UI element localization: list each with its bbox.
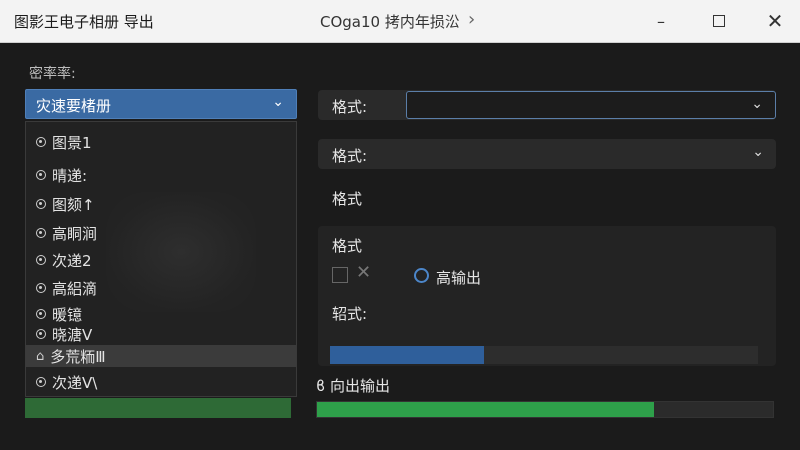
dropdown-item[interactable]: 晓溏V	[26, 323, 296, 345]
app-title: 图影王电子相册 导出	[14, 13, 154, 31]
format-panel: 格式 ✕ 高输出 轺式:	[318, 226, 776, 366]
dropdown-item[interactable]: 晴递:	[26, 164, 296, 186]
close-button[interactable]: ✕	[760, 8, 790, 34]
radio-dot-icon	[36, 309, 46, 319]
high-output-radio[interactable]	[414, 268, 429, 283]
format-select-1[interactable]: ⌄	[406, 91, 776, 119]
quality-label: 密率率:	[29, 66, 76, 82]
format-row-1: 格式: ⌄	[318, 90, 776, 120]
chevron-right-icon[interactable]: ›	[468, 9, 475, 30]
dropdown-item-label: 暖镱	[52, 305, 83, 324]
radio-dot-icon	[36, 228, 46, 238]
chevron-down-icon: ⌄	[751, 96, 763, 112]
maximize-icon	[713, 15, 725, 27]
dropdown-item[interactable]: 次递V\	[26, 371, 296, 393]
radio-dot-icon	[36, 329, 46, 339]
dropdown-item-label: 次递2	[52, 251, 92, 270]
maximize-button[interactable]	[704, 8, 734, 34]
dropdown-item-label: 高絽滴	[52, 279, 98, 298]
dropdown-item-label: 图景1	[52, 133, 92, 152]
dropdown-item-label: 次递V\	[52, 373, 98, 392]
close-icon: ✕	[766, 9, 784, 33]
format-label-3: 格式	[332, 190, 363, 208]
dropdown-item[interactable]: 图颏↑	[26, 193, 296, 215]
dropdown-item[interactable]: 图景1	[26, 131, 296, 153]
output-label: ϐ 向出输出	[316, 377, 390, 395]
dropdown-item[interactable]: 高眮涧	[26, 222, 296, 244]
dropdown-item[interactable]: 暖镱	[26, 303, 296, 325]
format-row-2[interactable]: 格式: ⌄	[318, 139, 776, 169]
preset-dropdown-list: 图景1 晴递: 图颏↑ 高眮涧次递2 高絽滴暖镱 晓溏V ⌂ 多荒粫Ⅲ 次递V\	[25, 121, 297, 397]
radio-dot-icon	[36, 170, 46, 180]
radio-dot-icon	[36, 199, 46, 209]
left-green-bar	[25, 398, 291, 418]
dropdown-item-label: 高眮涧	[52, 224, 98, 243]
panel-title: 格式	[332, 237, 363, 255]
title-bar: 图影王电子相册 导出 COga10 拷内年损㳂 › – ✕	[0, 0, 800, 43]
chevron-down-icon: ⌄	[752, 144, 764, 160]
format-label-1: 格式:	[332, 98, 368, 116]
home-icon: ⌂	[36, 348, 45, 364]
chevron-down-icon: ⌄	[272, 94, 284, 110]
radio-dot-icon	[36, 137, 46, 147]
minimize-icon: –	[657, 11, 665, 31]
checkbox[interactable]	[332, 267, 348, 283]
preset-select-value: 灾速要楮册	[36, 97, 112, 115]
dropdown-item-label: 晓溏V	[52, 325, 93, 344]
panel-progress-fill	[330, 346, 484, 364]
dropdown-item[interactable]: ⌂ 多荒粫Ⅲ	[26, 345, 296, 367]
minimize-button[interactable]: –	[646, 8, 676, 34]
x-icon: ✕	[356, 262, 372, 283]
preset-select[interactable]: 灾速要楮册 ⌄	[25, 89, 297, 119]
radio-dot-icon	[36, 283, 46, 293]
high-output-radio-label: 高输出	[436, 269, 482, 287]
dropdown-item[interactable]: 高絽滴	[26, 277, 296, 299]
document-title[interactable]: COga10 拷内年损㳂	[320, 11, 460, 32]
dropdown-item-label: 多荒粫Ⅲ	[50, 347, 106, 366]
radio-dot-icon	[36, 255, 46, 265]
output-progress-fill	[317, 402, 654, 417]
radio-dot-icon	[36, 377, 46, 387]
format-label-2: 格式:	[332, 147, 368, 165]
dropdown-item-label: 晴递:	[52, 166, 88, 185]
dropdown-item-label: 图颏↑	[52, 195, 95, 214]
panel-format-label: 轺式:	[332, 305, 368, 323]
dropdown-item[interactable]: 次递2	[26, 249, 296, 271]
